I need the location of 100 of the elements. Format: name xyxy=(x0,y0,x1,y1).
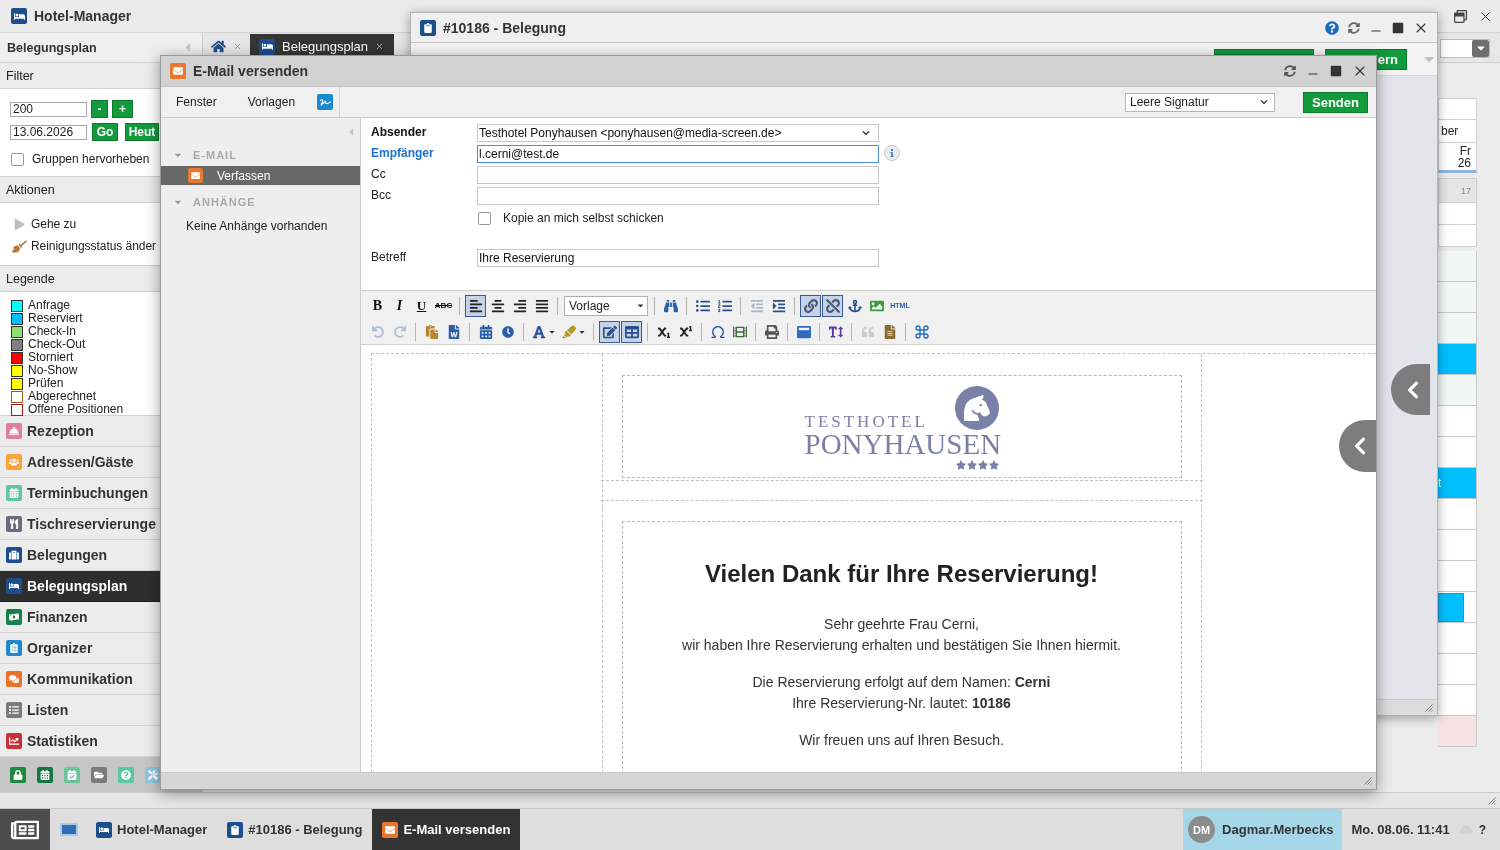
legend-label: Abgerechnet xyxy=(28,390,97,403)
home-icon xyxy=(211,39,226,54)
action-item[interactable]: Gehe zu xyxy=(11,213,76,235)
omega-icon xyxy=(709,323,726,340)
user-button[interactable]: DM Dagmar.Merbecks xyxy=(1183,809,1343,850)
bell-icon xyxy=(6,423,22,439)
legend-label: Reserviert xyxy=(28,312,83,325)
outdent-icon xyxy=(749,298,764,313)
calendar-cell xyxy=(1438,437,1477,468)
refresh-icon[interactable] xyxy=(1284,65,1296,77)
number-field[interactable]: 200 xyxy=(10,101,87,117)
panel-item[interactable]: Verfassen xyxy=(161,166,360,185)
taskbar-item[interactable]: E-Mail versenden xyxy=(372,809,521,850)
section-title: Filter xyxy=(6,68,34,83)
legend-label: Check-In xyxy=(28,325,77,338)
lock-icon[interactable] xyxy=(10,766,26,783)
taskbar-item[interactable]: Hotel-Manager xyxy=(86,809,218,850)
help-icon[interactable] xyxy=(1325,20,1339,35)
taskbar-item[interactable]: #10186 - Belegung xyxy=(217,809,373,850)
calendar-cell xyxy=(1438,716,1477,747)
info-icon[interactable] xyxy=(884,145,900,161)
resize-grip-icon[interactable] xyxy=(1364,777,1372,785)
horse-head-icon xyxy=(954,386,999,430)
action-item[interactable]: Reinigungsstatus änder xyxy=(11,235,156,257)
money-icon xyxy=(6,609,22,625)
checkbox[interactable] xyxy=(11,152,24,166)
people-icon xyxy=(6,454,22,470)
checkbox[interactable] xyxy=(478,211,491,225)
chevron-down-icon xyxy=(1260,98,1268,106)
signature-select[interactable]: Leere Signatur xyxy=(1125,92,1275,112)
word-document-icon xyxy=(446,324,461,339)
close-icon[interactable] xyxy=(375,42,385,51)
empty-text: Keine Anhänge vorhanden xyxy=(186,219,328,233)
calendar-cell xyxy=(1438,654,1477,685)
template-select[interactable]: Vorlage xyxy=(564,295,648,316)
nav-item[interactable]: Belegungsplan xyxy=(0,571,160,602)
select-field[interactable]: Testhotel Ponyhausen <ponyhausen@media-screen.de> xyxy=(477,124,879,142)
input-field[interactable] xyxy=(477,187,879,205)
section-title: E-MAIL xyxy=(193,149,237,161)
maximize-icon[interactable] xyxy=(1330,65,1342,77)
menu-item[interactable]: Fenster xyxy=(161,87,233,117)
clipboard-icon xyxy=(227,821,244,838)
booking-bar[interactable] xyxy=(1438,592,1464,622)
table-button[interactable] xyxy=(621,320,642,343)
month-label: ber xyxy=(1441,125,1459,137)
link-button[interactable] xyxy=(800,294,821,317)
undo-icon xyxy=(371,325,384,338)
minus-button[interactable]: - xyxy=(91,100,108,118)
tools-icon[interactable] xyxy=(145,766,161,783)
input-field[interactable] xyxy=(477,166,879,184)
menu-item[interactable]: Vorlagen xyxy=(232,87,312,117)
date-field[interactable]: 13.06.2026 xyxy=(10,124,87,140)
maximize-icon[interactable] xyxy=(1392,21,1404,34)
input-field[interactable]: Ihre Reservierung xyxy=(477,249,879,267)
unlink-button[interactable] xyxy=(822,294,843,317)
legend-label: Offene Positionen xyxy=(28,403,124,416)
bold-button[interactable]: B xyxy=(367,294,388,317)
paragraph: Die Reservierung erfolgt auf dem Namen: Cerni Ihre Reservierung-Nr. lautet: 10186 xyxy=(751,673,1052,713)
resize-grip-icon[interactable] xyxy=(1488,796,1496,805)
field-label: Cc xyxy=(371,166,386,181)
restore-icon[interactable] xyxy=(1454,9,1467,23)
section-title: ANHÄNGE xyxy=(193,196,256,208)
plus-button[interactable]: + xyxy=(112,100,133,118)
folder-icon[interactable] xyxy=(91,766,107,783)
indent-icon xyxy=(771,298,786,313)
align-left-button[interactable] xyxy=(465,294,486,317)
underline-button[interactable]: U xyxy=(411,294,432,317)
calendar-icon xyxy=(6,485,22,501)
align-center-icon xyxy=(490,298,505,313)
window-title: E-Mail versenden xyxy=(193,63,309,79)
input-field[interactable]: l.cerni@test.de xyxy=(477,145,879,163)
edit-button[interactable] xyxy=(599,320,620,343)
calendar-cell xyxy=(1438,251,1477,282)
calendar-cell xyxy=(1438,406,1477,437)
dropdown-field[interactable] xyxy=(1440,38,1490,58)
calendar-icon[interactable] xyxy=(37,766,53,783)
subscript-icon xyxy=(657,325,670,338)
logo-text: PONYHAUSEN xyxy=(804,430,999,459)
resize-grip-icon[interactable] xyxy=(1425,703,1433,712)
clock-icon xyxy=(501,325,514,338)
weekday-label: Fr xyxy=(1459,144,1471,157)
bed-icon xyxy=(6,578,22,594)
desktop-icon[interactable] xyxy=(60,823,78,836)
help-button[interactable]: ? xyxy=(1476,809,1488,850)
heading: Vielen Dank für Ihre Reservierung! xyxy=(704,560,1099,588)
star-icon xyxy=(988,460,999,470)
strikethrough-button[interactable]: ABC xyxy=(433,294,454,317)
start-button[interactable] xyxy=(0,809,50,850)
field-label: Betreff xyxy=(371,249,407,264)
signature-icon[interactable] xyxy=(317,94,334,110)
calendar-check-icon[interactable] xyxy=(64,766,80,783)
today-button[interactable]: Heut xyxy=(125,123,159,141)
go-button[interactable]: Go xyxy=(92,123,118,141)
send-button[interactable]: Senden xyxy=(1303,91,1368,113)
arrow-icon xyxy=(13,218,25,230)
italic-button[interactable]: I xyxy=(389,294,410,317)
refresh-icon[interactable] xyxy=(1348,21,1360,34)
field-link[interactable]: Empfänger xyxy=(371,145,434,160)
image-icon xyxy=(869,298,884,313)
tab[interactable]: Belegungsplan xyxy=(250,34,395,55)
